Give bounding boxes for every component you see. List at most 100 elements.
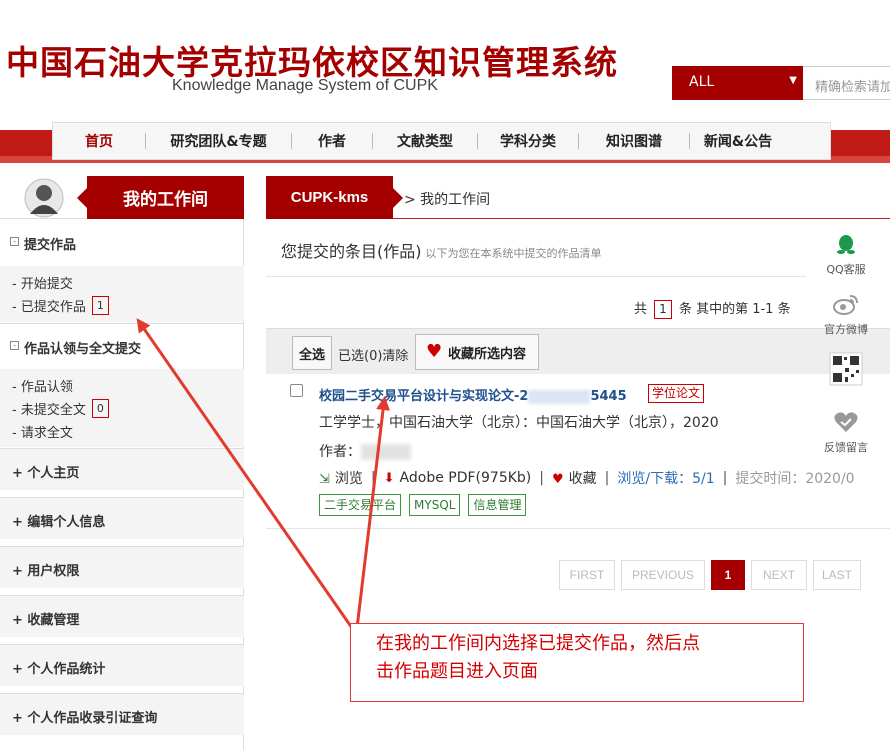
breadcrumb-site[interactable]: CUPK-kms [266, 176, 403, 219]
record-title-link[interactable]: 校园二手交易平台设计与实现论文-2 5445 [319, 385, 627, 404]
page-current-button[interactable]: 1 [711, 560, 745, 590]
breadcrumb: CUPK-kms > 我的工作间 [266, 176, 890, 219]
link-claim-works[interactable]: - 作品认领 [0, 374, 244, 397]
menu-citation-query[interactable]: + 个人作品收录引证查询 [0, 693, 244, 735]
expand-icon: - [10, 237, 19, 246]
weibo-label: 官方微博 [824, 323, 868, 336]
record-checkbox[interactable] [290, 384, 303, 397]
pdf-icon: ⬇ [383, 471, 395, 486]
record-tags: 二手交易平台 MYSQL 信息管理 [319, 494, 534, 516]
section-submit-header[interactable]: - 提交作品 [0, 220, 244, 266]
nav-item-authors[interactable]: 作者 [292, 122, 372, 160]
main-nav: 首页 研究团队&专题 作者 文献类型 学科分类 知识图谱 新闻&公告 [52, 122, 831, 160]
nav-item-news[interactable]: 新闻&公告 [690, 122, 786, 160]
browse-link[interactable]: ⇲ 浏览 [319, 468, 363, 488]
workspace-header: 我的工作间 [0, 176, 244, 219]
search-scope-select[interactable]: ALL ▼ [672, 66, 803, 100]
link-missing-fulltext[interactable]: - 未提交全文 0 [0, 397, 244, 420]
breadcrumb-current: > 我的工作间 [404, 192, 491, 208]
qq-icon [837, 235, 855, 254]
keyword-tag[interactable]: MYSQL [409, 494, 461, 516]
panel-description: 以下为您在本系统中提交的作品清单 [425, 247, 602, 260]
link-start-submit[interactable]: - 开始提交 [0, 271, 244, 294]
qq-label: QQ客服 [826, 263, 866, 276]
nav-item-teams[interactable]: 研究团队&专题 [146, 122, 291, 160]
link-request-fulltext[interactable]: - 请求全文 [0, 420, 244, 443]
record-source: 工学学士，中国石油大学（北京）：中国石油大学（北京），2020 [319, 415, 719, 431]
redacted-area [528, 389, 591, 404]
page-first-button[interactable]: FIRST [559, 560, 615, 590]
clear-selection-link[interactable]: 已选(0)清除 [338, 345, 408, 364]
link-label: - 未提交全文 [12, 403, 86, 418]
pdf-label: Adobe PDF(975Kb) [399, 470, 532, 486]
nav-item-knowledge-graph[interactable]: 知识图谱 [579, 122, 689, 160]
panel-title-text: 您提交的条目(作品) [281, 242, 422, 261]
count-prefix: 共 [634, 302, 648, 317]
count-badge: 1 [91, 296, 109, 315]
panel-title: 您提交的条目(作品) 以下为您在本系统中提交的作品清单 [281, 238, 602, 262]
annotation-callout: 在我的工作间内选择已提交作品，然后点 击作品题目进入页面 [350, 623, 804, 702]
record-actions: ⇲ 浏览 | ⬇ Adobe PDF(975Kb) | ♥ 收藏 | 浏览/下载：5/… [319, 468, 855, 488]
divider [266, 528, 890, 529]
nav-item-home[interactable]: 首页 [53, 122, 145, 160]
keyword-tag[interactable]: 信息管理 [468, 494, 527, 516]
feedback-widget[interactable]: 反馈留言 [816, 410, 876, 455]
expand-icon: - [10, 341, 19, 350]
pagination: FIRST PREVIOUS 1 NEXT LAST [559, 560, 867, 590]
link-label: - 请求全文 [12, 426, 73, 441]
browse-icon: ⇲ [319, 472, 330, 487]
search-input[interactable]: 精确检索请加 [803, 66, 890, 100]
qr-code-icon [829, 352, 863, 386]
favorite-selected-button[interactable]: ♥ 收藏所选内容 [415, 334, 539, 370]
separator: | [722, 470, 728, 486]
link-submitted-works[interactable]: - 已提交作品 1 [0, 294, 244, 317]
menu-edit-profile[interactable]: + 编辑个人信息 [0, 497, 244, 539]
page-last-button[interactable]: LAST [813, 560, 861, 590]
site-subtitle: Knowledge Manage System of CUPK [172, 77, 438, 94]
annotation-line: 在我的工作间内选择已提交作品，然后点 [376, 633, 700, 654]
chevron-down-icon: ▼ [789, 75, 797, 86]
nav-item-subjects[interactable]: 学科分类 [478, 122, 578, 160]
link-label: - 作品认领 [12, 380, 73, 395]
sidebar: 我的工作间 - 提交作品 - 开始提交 - 已提交作品 1 - 作品认领与全文提交… [0, 176, 244, 750]
record-author: 作者： [319, 441, 411, 461]
section-claim-header[interactable]: - 作品认领与全文提交 [0, 323, 244, 369]
page: 中国石油大学克拉玛依校区知识管理系统 Knowledge Manage Syst… [0, 0, 890, 750]
separator: | [370, 470, 376, 486]
record-stats: 浏览/下载：5/1 [617, 471, 715, 487]
menu-personal-home[interactable]: + 个人主页 [0, 448, 244, 490]
page-next-button[interactable]: NEXT [751, 560, 807, 590]
weibo-icon [833, 295, 858, 315]
menu-work-stats[interactable]: + 个人作品统计 [0, 644, 244, 686]
link-label: - 开始提交 [12, 277, 73, 292]
select-all-button[interactable]: 全选 [292, 336, 332, 370]
heart-icon: ♥ [426, 341, 443, 362]
feedback-heart-icon [834, 412, 858, 432]
qq-service-widget[interactable]: QQ客服 [816, 232, 876, 277]
annotation-line: 击作品题目进入页面 [376, 661, 538, 682]
workspace-tab[interactable]: 我的工作间 [77, 176, 244, 219]
section-submit-body: - 开始提交 - 已提交作品 1 [0, 266, 244, 322]
avatar [24, 178, 64, 218]
favorite-link[interactable]: ♥ 收藏 [552, 468, 597, 488]
section-submit-title: 提交作品 [24, 238, 77, 253]
keyword-tag[interactable]: 二手交易平台 [319, 494, 402, 516]
record-title-start: 校园二手交易平台设计与实现论文-2 [319, 389, 529, 404]
feedback-label: 反馈留言 [824, 441, 868, 454]
section-claim-body: - 作品认领 - 未提交全文 0 - 请求全文 [0, 369, 244, 447]
menu-user-permissions[interactable]: + 用户权限 [0, 546, 244, 588]
redacted-area [361, 444, 411, 460]
nav-item-doc-types[interactable]: 文献类型 [373, 122, 477, 160]
link-label: - 已提交作品 [12, 300, 86, 315]
separator: | [604, 470, 610, 486]
pdf-download-link[interactable]: ⬇ Adobe PDF(975Kb) [384, 470, 532, 486]
menu-favorites[interactable]: + 收藏管理 [0, 595, 244, 637]
heart-icon: ♥ [551, 472, 564, 487]
weibo-widget[interactable]: 官方微博 [816, 292, 876, 337]
browse-label: 浏览 [334, 471, 363, 487]
page-previous-button[interactable]: PREVIOUS [621, 560, 705, 590]
section-claim-title: 作品认领与全文提交 [24, 342, 142, 357]
results-toolbar: 全选 已选(0)清除 ♥ 收藏所选内容 [266, 328, 890, 374]
qr-code-widget[interactable] [816, 352, 876, 389]
result-count: 共 1 条 其中的第 1-1 条 [634, 298, 791, 319]
